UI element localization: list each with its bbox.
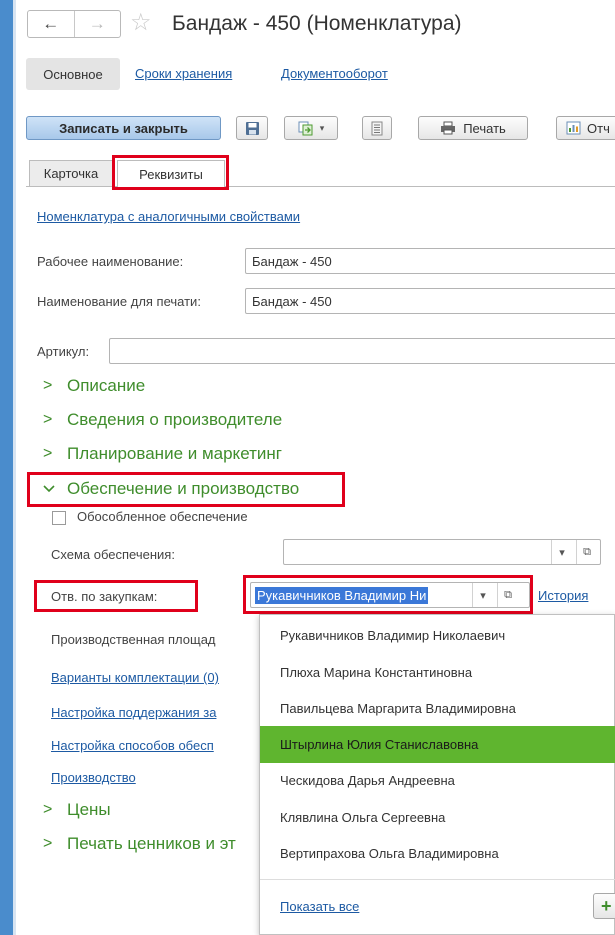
highlight-tab-requisites [112, 155, 229, 190]
highlight-group-supply [27, 472, 345, 507]
chevron-right-icon: > [43, 411, 53, 428]
highlight-purchaser-field [243, 575, 533, 614]
chevron-right-icon: > [43, 801, 53, 818]
save-close-button[interactable]: Записать и закрыть [26, 116, 221, 140]
group-price-tags-label: Печать ценников и эт [67, 834, 236, 853]
chevron-right-icon: > [43, 835, 53, 852]
list-icon [371, 121, 383, 135]
window-edge [0, 0, 13, 935]
group-description-label: Описание [67, 376, 146, 395]
show-all-link[interactable]: Показать все [280, 899, 359, 914]
working-name-field[interactable]: Бандаж - 450 [245, 248, 615, 274]
save-button[interactable] [236, 116, 268, 140]
print-button[interactable]: Печать [418, 116, 528, 140]
list-item[interactable]: Вертипрахова Ольга Владимировна [260, 835, 615, 872]
add-button[interactable]: + [593, 893, 615, 919]
group-manufacturer-label: Сведения о производителе [67, 410, 283, 429]
print-label: Печать [463, 120, 506, 136]
print-name-label: Наименование для печати: [37, 294, 201, 309]
chevron-down-icon: ▾ [319, 122, 325, 133]
list-item[interactable]: Павильцева Маргарита Владимировна [260, 690, 615, 727]
section-storage-link[interactable]: Сроки хранения [135, 66, 232, 81]
window-edge-inner [13, 0, 16, 935]
section-main[interactable]: Основное [26, 58, 120, 90]
supply-scheme-dropdown-button[interactable]: ▾ [551, 540, 572, 564]
section-docflow-link[interactable]: Документооборот [281, 66, 388, 81]
navigation-buttons: ← → [27, 10, 121, 38]
group-prices-label: Цены [67, 800, 111, 819]
save-close-label: Записать и закрыть [59, 120, 188, 136]
create-based-on-icon [298, 121, 313, 135]
group-planning-label: Планирование и маркетинг [67, 444, 282, 463]
list-item[interactable]: Ческидова Дарья Андреевна [260, 762, 615, 799]
group-price-tags[interactable]: > Печать ценников и эт [43, 834, 236, 854]
production-area-label: Производственная площад [51, 632, 216, 647]
create-based-on-button[interactable]: ▾ [284, 116, 338, 140]
group-manufacturer[interactable]: > Сведения о производителе [43, 410, 282, 430]
kit-variants-link[interactable]: Варианты комплектации (0) [51, 670, 219, 685]
maintain-settings-link[interactable]: Настройка поддержания за [51, 705, 216, 720]
arrow-right-icon: → [88, 14, 106, 33]
printer-icon [441, 121, 456, 135]
report-icon [566, 121, 581, 135]
arrow-left-icon: ← [42, 14, 60, 33]
forward-button[interactable]: → [75, 11, 121, 37]
tab-card[interactable]: Карточка [29, 160, 113, 186]
page-title: Бандаж - 450 (Номенклатура) [172, 12, 462, 35]
supply-methods-link[interactable]: Настройка способов обесп [51, 738, 214, 753]
chevron-right-icon: > [43, 445, 53, 462]
separate-supply-label: Обособленное обеспечение [77, 509, 248, 524]
chevron-right-icon: > [43, 377, 53, 394]
article-label: Артикул: [37, 344, 90, 359]
supply-scheme-label: Схема обеспечения: [51, 547, 175, 562]
open-form-icon: ⧉ [583, 545, 591, 558]
chevron-down-icon: ▾ [559, 546, 565, 559]
purchaser-dropdown-list: Рукавичников Владимир Николаевич Плюха М… [259, 614, 615, 935]
structure-button[interactable] [362, 116, 392, 140]
separate-supply-checkbox[interactable] [52, 511, 66, 525]
list-item-selected[interactable]: Штырлина Юлия Станиславовна [260, 726, 615, 763]
print-name-field[interactable]: Бандаж - 450 [245, 288, 615, 314]
group-prices[interactable]: > Цены [43, 800, 111, 820]
list-item[interactable]: Рукавичников Владимир Николаевич [260, 617, 615, 654]
plus-icon: + [601, 895, 612, 916]
similar-items-link[interactable]: Номенклатура с аналогичными свойствами [37, 209, 300, 224]
group-planning[interactable]: > Планирование и маркетинг [43, 444, 282, 464]
reports-label: Отч [587, 120, 610, 136]
favorite-star-icon[interactable]: ☆ [130, 8, 152, 38]
highlight-purchaser-label [34, 580, 198, 612]
list-item[interactable]: Клявлина Ольга Сергеевна [260, 799, 615, 836]
back-button[interactable]: ← [28, 11, 74, 37]
floppy-disk-icon [245, 121, 259, 135]
history-link[interactable]: История [538, 588, 588, 603]
production-link[interactable]: Производство [51, 770, 136, 785]
reports-button[interactable]: Отч [556, 116, 615, 140]
group-description[interactable]: > Описание [43, 376, 145, 396]
list-item[interactable]: Плюха Марина Константиновна [260, 654, 615, 691]
supply-scheme-open-button[interactable]: ⧉ [576, 540, 597, 564]
article-field[interactable] [109, 338, 615, 364]
working-name-label: Рабочее наименование: [37, 254, 184, 269]
